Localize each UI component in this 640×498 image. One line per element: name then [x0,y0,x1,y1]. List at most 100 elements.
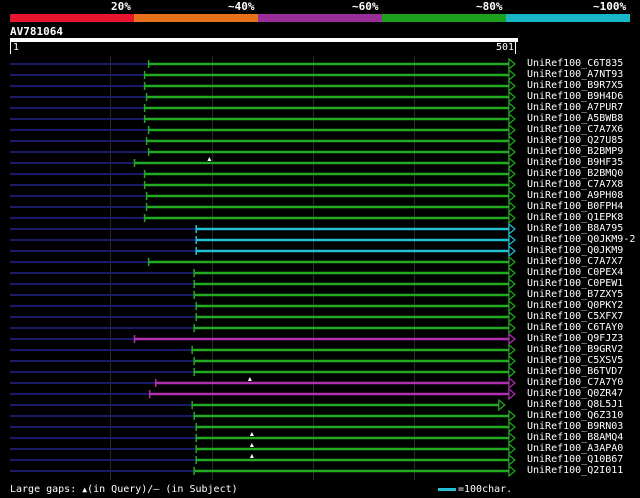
hit-label[interactable]: UniRef100_Q1EPK8 [527,212,623,223]
hit-label[interactable]: UniRef100_Q0JKM9-2 [527,234,635,245]
hit-label[interactable]: UniRef100_Q9FJZ3 [527,333,623,344]
hit-end-arrow [508,90,516,104]
hit-row[interactable] [10,255,516,269]
hit-row[interactable] [10,101,516,115]
hit-row[interactable] [10,343,516,357]
hit-end-arrow [508,365,516,379]
hit-label[interactable]: UniRef100_B7ZXY5 [527,289,623,300]
hit-label[interactable]: UniRef100_B8A795 [527,223,623,234]
hit-label[interactable]: UniRef100_Q0JKM9 [527,245,623,256]
hit-row[interactable] [10,266,516,280]
hit-end-arrow [508,464,516,478]
hit-end-arrow [508,255,516,269]
hit-end-arrow [508,431,516,445]
hit-row[interactable] [10,299,516,313]
hit-end-arrow [508,233,516,247]
hit-row[interactable] [10,409,516,423]
hit-label[interactable]: UniRef100_C7A7Y0 [527,377,623,388]
hit-label[interactable]: UniRef100_C6T835 [527,58,623,69]
gap-legend-in-query: (in Query)/ [87,484,154,495]
hit-row[interactable] [10,178,516,192]
hit-row[interactable] [10,321,516,335]
hit-row[interactable] [10,189,516,203]
hit-label[interactable]: UniRef100_A3APA0 [527,443,623,454]
hit-label[interactable]: UniRef100_A7NT93 [527,69,623,80]
hit-label[interactable]: UniRef100_B6TVD7 [527,366,623,377]
hit-label[interactable]: UniRef100_A7PUR7 [527,102,623,113]
hit-end-arrow [508,288,516,302]
hit-row[interactable] [10,288,516,302]
hit-row[interactable] [10,310,516,324]
hit-row[interactable] [10,123,516,137]
hit-label[interactable]: UniRef100_A9PH08 [527,190,623,201]
hit-label[interactable]: UniRef100_C7A7X6 [527,124,623,135]
hit-row[interactable] [10,365,516,379]
hit-row[interactable] [10,453,516,467]
hit-label[interactable]: UniRef100_Q10B67 [527,454,623,465]
hit-label[interactable]: UniRef100_B9RN03 [527,421,623,432]
hit-end-arrow [508,321,516,335]
hit-row[interactable] [10,420,516,434]
hit-label[interactable]: UniRef100_Q2I011 [527,465,623,476]
hit-label[interactable]: UniRef100_Q27U85 [527,135,623,146]
hit-label[interactable]: UniRef100_C5XSV5 [527,355,623,366]
hit-row[interactable] [10,233,516,247]
hit-label[interactable]: UniRef100_B9R7X5 [527,80,623,91]
hit-label[interactable]: UniRef100_C0PEW1 [527,278,623,289]
hit-label[interactable]: UniRef100_A5BWB8 [527,113,623,124]
hit-row[interactable] [10,156,516,170]
hit-row[interactable] [10,431,516,445]
hit-end-arrow [508,79,516,93]
hit-end-arrow [508,343,516,357]
hit-end-arrow [508,244,516,258]
hit-end-arrow [508,299,516,313]
hit-row[interactable] [10,244,516,258]
hit-label[interactable]: UniRef100_C0PEX4 [527,267,623,278]
hit-row[interactable] [10,200,516,214]
hit-row[interactable] [10,90,516,104]
hit-label[interactable]: UniRef100_C5XFX7 [527,311,623,322]
hit-row[interactable] [10,376,516,390]
hit-row[interactable] [10,79,516,93]
hit-label[interactable]: UniRef100_Q0PKY2 [527,300,623,311]
hit-row[interactable] [10,464,516,478]
hit-row[interactable] [10,134,516,148]
hit-label[interactable]: UniRef100_C6TAY0 [527,322,623,333]
gap-legend-in-subject: (in Subject) [165,484,238,495]
hit-label[interactable]: UniRef100_C7A7X8 [527,179,623,190]
hit-row[interactable] [10,332,516,346]
hit-end-arrow [508,354,516,368]
hit-end-arrow [508,310,516,324]
hit-row[interactable] [10,57,516,71]
hit-row[interactable] [10,112,516,126]
hit-label[interactable]: UniRef100_B2BMQ0 [527,168,623,179]
hit-label[interactable]: UniRef100_Q6Z310 [527,410,623,421]
hit-row[interactable] [10,211,516,225]
hit-end-arrow [508,332,516,346]
hit-label[interactable]: UniRef100_B2BMP9 [527,146,623,157]
hit-row[interactable] [10,398,506,412]
hit-row[interactable] [10,442,516,456]
hit-end-arrow [508,442,516,456]
hit-label[interactable]: UniRef100_B0FPH4 [527,201,623,212]
hit-label[interactable]: UniRef100_B9GRV2 [527,344,623,355]
gap-legend: Large gaps: ▲(in Query)/– (in Subject) [10,484,238,496]
hit-label[interactable]: UniRef100_B9HF35 [527,157,623,168]
hit-row[interactable] [10,145,516,159]
hit-label[interactable]: UniRef100_Q8L5J1 [527,399,623,410]
hit-row[interactable] [10,387,516,401]
hit-row[interactable] [10,68,516,82]
hit-row[interactable] [10,222,516,236]
hit-label[interactable]: UniRef100_B9H4D6 [527,91,623,102]
hit-label[interactable]: UniRef100_Q0ZR47 [527,388,623,399]
hit-label[interactable]: UniRef100_B8AMQ4 [527,432,623,443]
hit-label[interactable]: UniRef100_C7A7X7 [527,256,623,267]
hit-row[interactable] [10,167,516,181]
hit-end-arrow [508,200,516,214]
blast-hit-overview: 20% ~40% ~60% ~80% ~100% AV781064 1 501 UniR… [0,0,640,498]
hit-end-arrow [508,453,516,467]
hit-row[interactable] [10,354,516,368]
hit-end-arrow [508,211,516,225]
hit-row[interactable] [10,277,516,291]
hit-end-arrow [508,420,516,434]
